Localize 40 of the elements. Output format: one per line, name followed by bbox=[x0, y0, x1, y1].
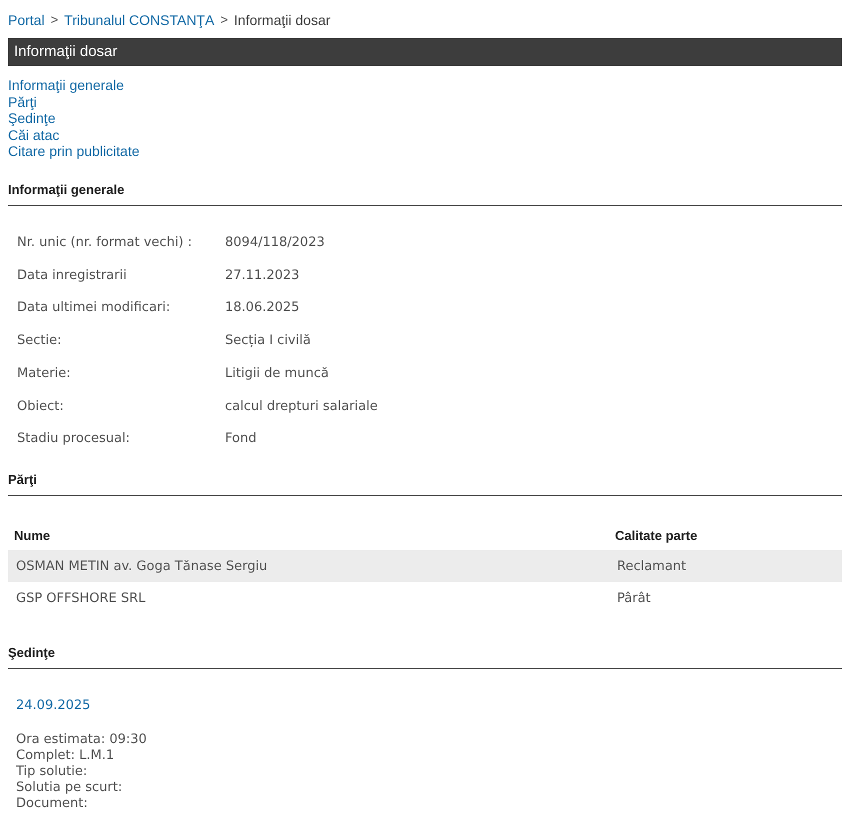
breadcrumb-link[interactable]: Tribunalul CONSTANŢA bbox=[64, 10, 214, 30]
field-value: 18.06.2025 bbox=[225, 299, 300, 318]
field-value: Fond bbox=[225, 430, 256, 448]
section-heading: Informaţii generale bbox=[8, 182, 124, 196]
section-heading: Părţi bbox=[8, 472, 37, 488]
table-cell-text: Reclamant bbox=[617, 558, 686, 576]
table-cell-text: Pârât bbox=[617, 590, 651, 608]
field-value: Litigii de muncă bbox=[225, 364, 329, 383]
nav-link[interactable]: Informaţii generale bbox=[8, 77, 124, 94]
field-value: 27.11.2023 bbox=[225, 266, 300, 285]
column-header: Nume bbox=[14, 526, 52, 545]
field-label: Sectie: bbox=[17, 332, 62, 350]
hearing-detail: Tip solutie: bbox=[16, 764, 88, 780]
field-label: Obiect: bbox=[17, 398, 65, 416]
field-label: Materie: bbox=[17, 364, 72, 383]
hearing-detail: Solutia pe scurt: bbox=[16, 780, 124, 796]
breadcrumb-separator: > bbox=[50, 11, 58, 30]
field-value: calcul drepturi salariale bbox=[225, 398, 378, 416]
table-cell-text: OSMAN METIN av. Goga Tănase Sergiu bbox=[16, 558, 268, 576]
hearing-detail: Ora estimata: 09:30 bbox=[16, 732, 148, 748]
nav-link[interactable]: Şedinţe bbox=[8, 110, 56, 126]
breadcrumb-link[interactable]: Portal bbox=[8, 10, 45, 30]
hearing-detail: Document: bbox=[16, 796, 89, 812]
breadcrumb-separator: > bbox=[220, 11, 228, 30]
field-value: 8094/118/2023 bbox=[225, 234, 325, 252]
column-header: Calitate parte bbox=[615, 526, 698, 545]
hearing-date: 24.09.2025 bbox=[16, 697, 92, 716]
hearing-detail: Complet: L.M.1 bbox=[16, 748, 116, 764]
field-label: Data ultimei modificari: bbox=[17, 299, 172, 318]
nav-link[interactable]: Căi atac bbox=[8, 126, 60, 143]
breadcrumb-current: Informaţii dosar bbox=[234, 10, 330, 30]
field-label: Data inregistrarii bbox=[17, 266, 128, 285]
field-label: Stadiu procesual: bbox=[17, 430, 131, 448]
field-label: Nr. unic (nr. format vechi) : bbox=[17, 234, 194, 252]
title-bar: Informaţii dosar bbox=[8, 38, 842, 66]
nav-link[interactable]: Părţi bbox=[8, 94, 37, 110]
nav-link[interactable]: Citare prin publicitate bbox=[8, 143, 140, 160]
table-cell-text: GSP OFFSHORE SRL bbox=[16, 590, 146, 608]
field-value: Secția I civilă bbox=[225, 332, 311, 350]
section-heading: Şedinţe bbox=[8, 645, 55, 660]
